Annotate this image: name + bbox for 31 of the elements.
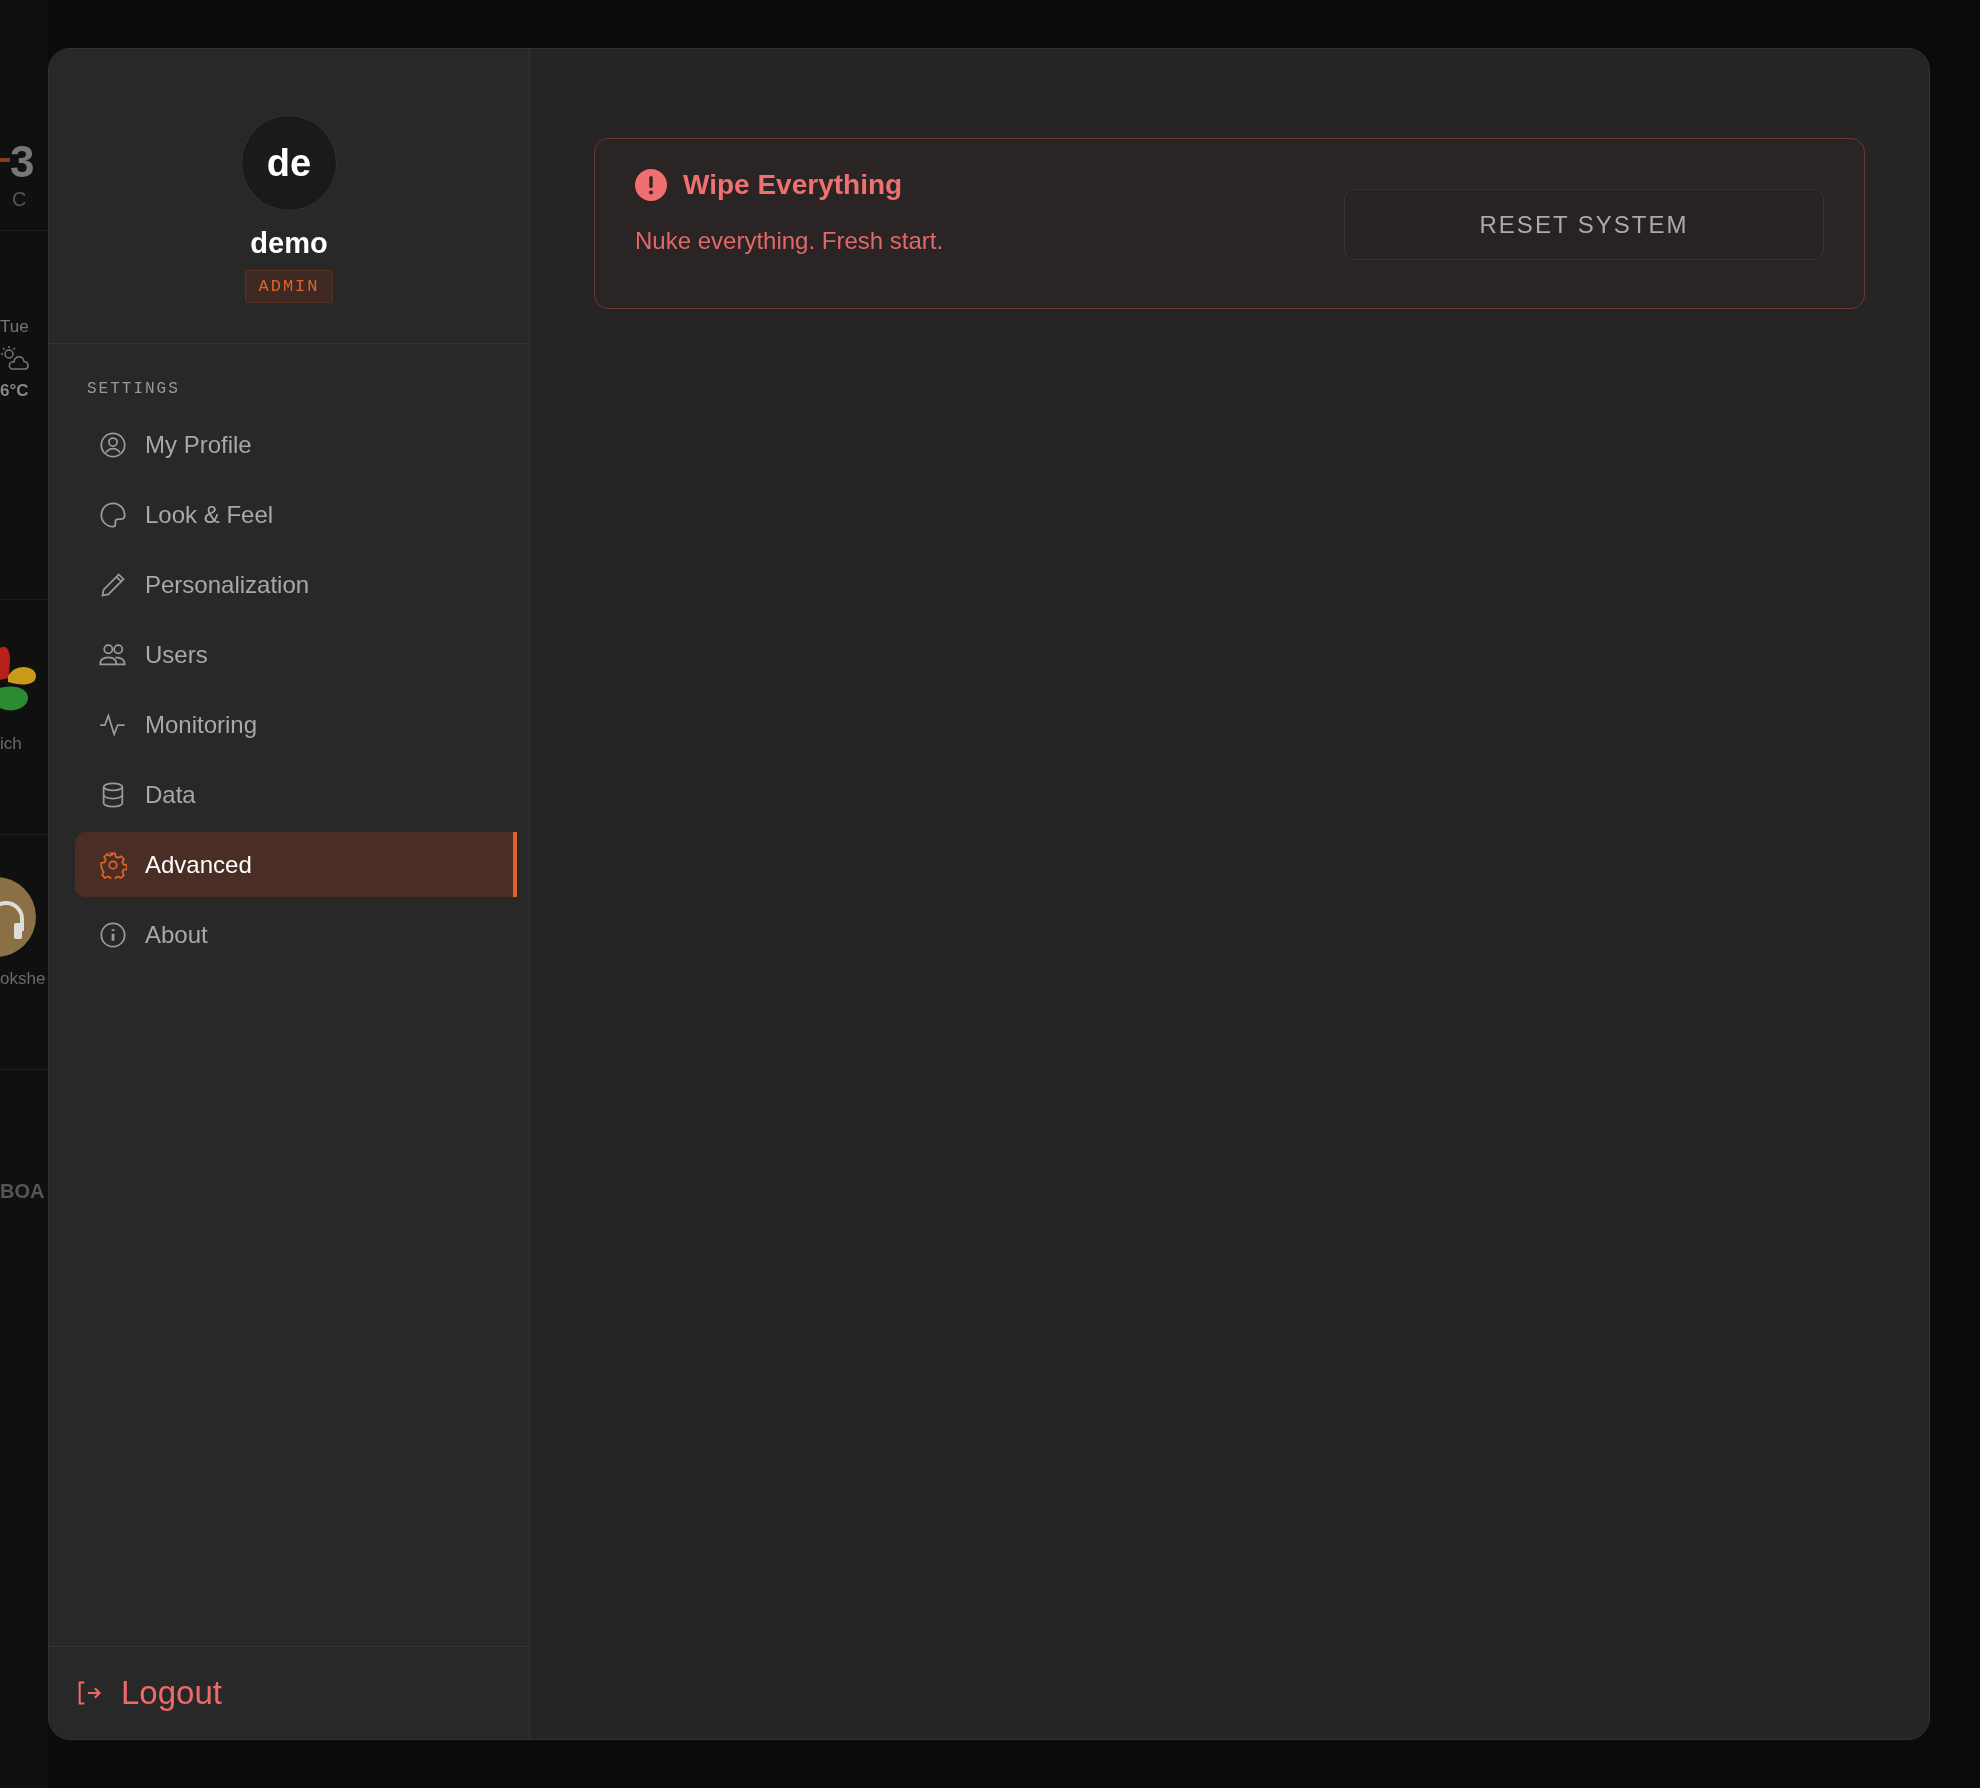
sidebar-item[interactable]: Data [75,762,517,827]
weather-temperature: 6°C [0,381,30,401]
sidebar-item[interactable]: Advanced [75,832,517,897]
app-label: okshe [0,969,47,989]
sidebar-item[interactable]: My Profile [75,412,517,477]
sidebar-item[interactable]: About [75,902,517,967]
accent-mark [0,158,10,162]
sidebar-item[interactable]: Personalization [75,552,517,617]
username: demo [250,227,328,260]
sidebar-item[interactable]: Monitoring [75,692,517,757]
alert-icon [635,169,667,201]
weather-day: Tue [0,317,48,337]
widget-unit: C [12,188,28,211]
palette-icon [99,500,127,529]
pulse-icon [99,710,127,739]
info-icon [99,920,127,949]
user-circle-icon [99,430,127,459]
sidebar-item[interactable]: Look & Feel [75,482,517,547]
sidebar-item[interactable]: Users [75,622,517,687]
avatar: de [241,115,337,211]
section-label: SETTINGS [87,380,181,398]
widget-value: 3 [10,137,35,186]
app-label: ich [0,734,23,754]
sun-cloud-icon [0,345,30,373]
role-badge: ADMIN [245,270,333,303]
gear-icon [99,850,127,879]
card-description: Nuke everything. Fresh start. [635,227,944,255]
reset-button[interactable]: RESET SYSTEM [1344,189,1824,260]
section-heading: BOA [0,1180,46,1203]
logout-link[interactable]: Logout [75,1674,222,1712]
card-title: Wipe Everything [683,169,903,201]
